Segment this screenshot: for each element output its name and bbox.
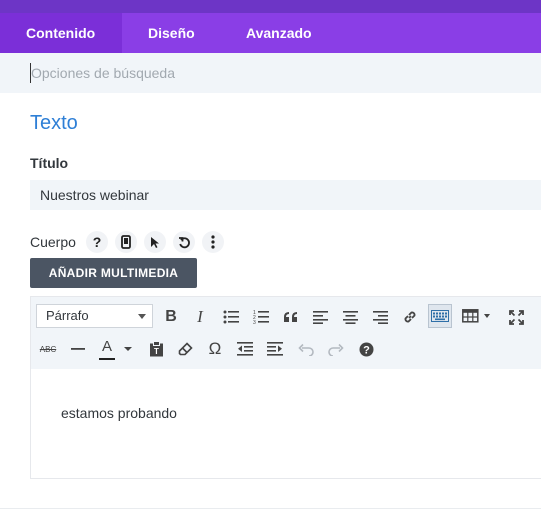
titulo-label: Título: [30, 155, 69, 171]
top-strip: [0, 0, 541, 13]
search-bar: [0, 53, 541, 93]
tab-bar: Contenido Diseño Avanzado: [0, 13, 541, 53]
more-icon[interactable]: [202, 231, 224, 253]
special-character-icon[interactable]: Ω: [203, 337, 227, 361]
paste-text-icon[interactable]: T: [144, 337, 168, 361]
bold-icon[interactable]: B: [159, 305, 183, 329]
svg-text:?: ?: [93, 235, 102, 249]
editor-toolbar: Párrafo B I 123 ABC A T Ω ?: [31, 297, 541, 369]
horizontal-line-icon[interactable]: [66, 337, 90, 361]
strikethrough-icon[interactable]: ABC: [36, 337, 60, 361]
titulo-input[interactable]: [30, 180, 541, 210]
align-right-icon[interactable]: [368, 305, 392, 329]
fullscreen-icon[interactable]: [504, 305, 528, 329]
cursor-icon[interactable]: [144, 231, 166, 253]
numbered-list-icon[interactable]: 123: [249, 305, 273, 329]
svg-text:3: 3: [253, 320, 256, 324]
add-media-button[interactable]: AÑADIR MULTIMEDIA: [30, 258, 197, 288]
redo-icon[interactable]: [324, 337, 348, 361]
outdent-icon[interactable]: [233, 337, 257, 361]
clear-formatting-icon[interactable]: [173, 337, 197, 361]
mobile-icon[interactable]: [115, 231, 137, 253]
help-icon[interactable]: ?: [86, 231, 108, 253]
indent-icon[interactable]: [263, 337, 287, 361]
svg-text:T: T: [154, 347, 159, 356]
cuerpo-label: Cuerpo: [30, 234, 76, 250]
search-input[interactable]: [30, 63, 530, 83]
tab-contenido[interactable]: Contenido: [0, 13, 122, 53]
tab-diseno[interactable]: Diseño: [122, 13, 218, 53]
reset-icon[interactable]: [173, 231, 195, 253]
keyboard-icon[interactable]: [428, 304, 452, 328]
text-color-icon[interactable]: A: [95, 337, 135, 361]
rich-text-editor: Párrafo B I 123 ABC A T Ω ? estamos prob…: [30, 296, 541, 479]
chevron-down-icon: [138, 314, 146, 319]
align-center-icon[interactable]: [338, 305, 362, 329]
svg-text:?: ?: [363, 344, 370, 356]
table-icon[interactable]: [459, 304, 495, 328]
align-left-icon[interactable]: [308, 305, 332, 329]
editor-content[interactable]: estamos probando: [61, 405, 177, 421]
undo-icon[interactable]: [294, 337, 318, 361]
tab-avanzado[interactable]: Avanzado: [218, 13, 338, 53]
link-icon[interactable]: [398, 305, 422, 329]
format-select[interactable]: Párrafo: [36, 304, 153, 328]
italic-icon[interactable]: I: [188, 305, 212, 329]
section-title: Texto: [30, 112, 78, 134]
bullet-list-icon[interactable]: [219, 305, 243, 329]
blockquote-icon[interactable]: [279, 305, 303, 329]
help-editor-icon[interactable]: ?: [354, 337, 378, 361]
format-select-value: Párrafo: [46, 308, 89, 323]
divider: [0, 508, 541, 509]
